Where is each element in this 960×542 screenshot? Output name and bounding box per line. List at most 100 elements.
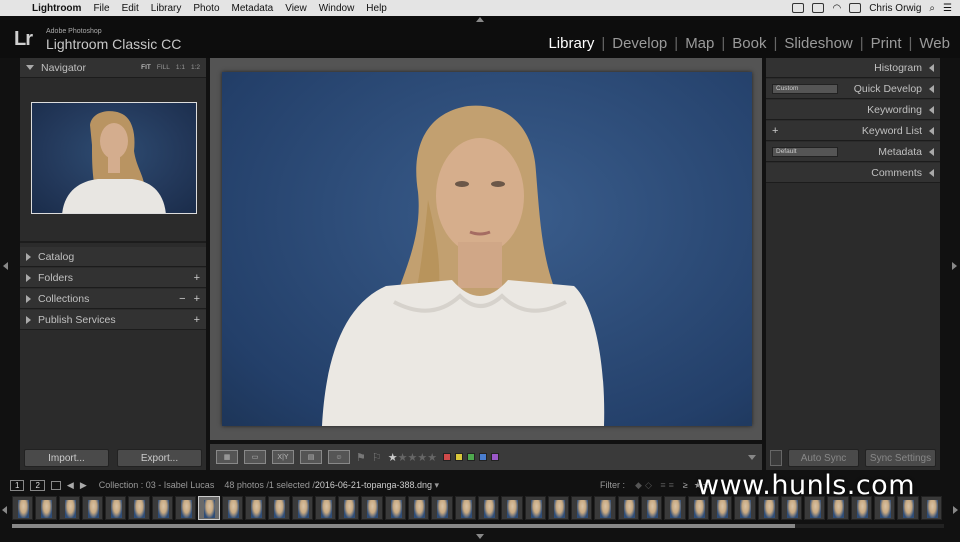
filmstrip-thumbnail[interactable] <box>384 496 407 520</box>
filmstrip-thumbnail[interactable] <box>291 496 313 520</box>
menu-photo[interactable]: Photo <box>187 3 225 14</box>
forward-arrow-icon[interactable]: ▶ <box>80 480 87 491</box>
zoom-1-1[interactable]: 1:1 <box>176 64 185 71</box>
folders-header[interactable]: Folders + <box>20 268 206 288</box>
color-label-blue[interactable] <box>479 453 488 461</box>
navigator-header[interactable]: Navigator FIT FILL 1:1 1:2 <box>20 58 206 78</box>
filmstrip-thumbnail[interactable] <box>105 496 127 520</box>
compare-view-icon[interactable]: X|Y <box>272 450 294 464</box>
menu-view[interactable]: View <box>279 3 313 14</box>
zoom-fill[interactable]: FILL <box>157 64 170 71</box>
keywording-header[interactable]: Keywording <box>766 100 940 120</box>
main-screen-button[interactable]: 1 <box>10 479 25 491</box>
collapse-filmstrip-icon[interactable] <box>476 534 484 539</box>
wifi-icon[interactable]: ◠ <box>832 3 841 14</box>
export-button[interactable]: Export... <box>117 449 202 467</box>
filter-flags-icon[interactable]: ◆◇ ≡≡ <box>635 480 677 491</box>
filmstrip-thumbnail[interactable] <box>338 496 360 520</box>
filmstrip-thumbnail[interactable] <box>734 496 756 520</box>
filmstrip-scrollbar[interactable] <box>12 524 944 528</box>
import-button[interactable]: Import... <box>24 449 109 467</box>
filmstrip-thumbnail[interactable] <box>408 496 430 520</box>
filmstrip-thumbnail[interactable] <box>780 496 803 520</box>
filmstrip-thumbnail[interactable] <box>477 496 500 520</box>
toolbar-options-chevron-down-icon[interactable] <box>748 454 756 460</box>
menu-library[interactable]: Library <box>145 3 188 14</box>
main-photo[interactable] <box>222 72 752 426</box>
airplay-icon[interactable] <box>812 3 825 13</box>
menu-file[interactable]: File <box>87 3 115 14</box>
filmstrip-thumbnail[interactable] <box>920 496 942 520</box>
flag-pick-icon[interactable]: ⚑ <box>356 451 366 464</box>
filmstrip-source-path[interactable]: Collection : 03 - Isabel Lucas 48 photos… <box>99 480 439 491</box>
collapse-right-panel-icon[interactable] <box>952 262 957 270</box>
filmstrip-thumbnail[interactable] <box>81 496 104 520</box>
auto-sync-switch[interactable] <box>770 450 782 466</box>
add-keyword-plus-icon[interactable]: + <box>772 125 778 137</box>
collections-header[interactable]: Collections − + <box>20 289 206 309</box>
grid-view-icon[interactable] <box>50 480 61 490</box>
filmstrip-thumbnail[interactable] <box>151 496 174 520</box>
quick-develop-preset-select[interactable]: Custom <box>772 83 838 94</box>
filmstrip-thumbnail[interactable] <box>897 496 919 520</box>
flag-reject-icon[interactable]: ⚐ <box>372 451 382 464</box>
back-arrow-icon[interactable]: ◀ <box>67 480 74 491</box>
filmstrip-thumbnail[interactable] <box>524 496 546 520</box>
sync-settings-button[interactable]: Sync Settings <box>865 449 936 467</box>
filmstrip-scroll-thumb[interactable] <box>12 524 795 528</box>
filmstrip-thumbnail[interactable] <box>710 496 733 520</box>
module-library[interactable]: Library <box>546 35 596 52</box>
zoom-fit[interactable]: FIT <box>141 64 151 71</box>
filmstrip-thumbnail[interactable] <box>244 496 267 520</box>
publish-services-header[interactable]: Publish Services + <box>20 310 206 330</box>
people-view-icon[interactable]: ☺ <box>328 450 350 464</box>
add-publish-service-plus-icon[interactable]: + <box>194 314 200 326</box>
module-book[interactable]: Book <box>730 35 768 52</box>
module-map[interactable]: Map <box>683 35 716 52</box>
filmstrip-thumbnail[interactable] <box>431 496 453 520</box>
color-label-green[interactable] <box>467 453 476 461</box>
filmstrip-thumbnail[interactable] <box>757 496 779 520</box>
module-web[interactable]: Web <box>917 35 952 52</box>
filmstrip-thumbnail[interactable] <box>850 496 872 520</box>
filmstrip-thumbnail[interactable] <box>12 496 34 520</box>
module-develop[interactable]: Develop <box>610 35 669 52</box>
collapse-top-panel-icon[interactable] <box>476 17 484 22</box>
filmstrip-thumbnail[interactable] <box>361 496 383 520</box>
color-label-yellow[interactable] <box>455 453 464 461</box>
collapse-left-panel-icon[interactable] <box>3 262 8 270</box>
filmstrip-thumbnail[interactable] <box>454 496 476 520</box>
metadata-header[interactable]: Default Metadata <box>766 142 940 162</box>
add-collection-plus-icon[interactable]: + <box>194 293 200 305</box>
grid-view-icon[interactable]: ▦ <box>216 450 238 464</box>
filmstrip-thumbnail[interactable] <box>268 496 290 520</box>
filmstrip-thumbnail[interactable] <box>547 496 570 520</box>
filmstrip-thumbnail[interactable] <box>571 496 593 520</box>
catalog-header[interactable]: Catalog <box>20 247 206 267</box>
user-name[interactable]: Chris Orwig <box>869 3 921 14</box>
metadata-preset-select[interactable]: Default <box>772 146 838 157</box>
histogram-header[interactable]: Histogram <box>766 58 940 78</box>
menu-metadata[interactable]: Metadata <box>226 3 280 14</box>
menu-help[interactable]: Help <box>360 3 393 14</box>
filmstrip-thumbnail[interactable] <box>827 496 849 520</box>
filmstrip-thumbnail[interactable] <box>873 496 896 520</box>
add-folder-plus-icon[interactable]: + <box>194 272 200 284</box>
spotlight-search-icon[interactable]: ⌕ <box>929 3 935 14</box>
filmstrip-thumbnail[interactable] <box>35 496 57 520</box>
menu-edit[interactable]: Edit <box>116 3 145 14</box>
color-label-red[interactable] <box>443 453 452 461</box>
zoom-1-2[interactable]: 1:2 <box>191 64 200 71</box>
module-slideshow[interactable]: Slideshow <box>782 35 854 52</box>
filmstrip-thumbnail[interactable] <box>664 496 686 520</box>
battery-icon[interactable] <box>849 3 862 13</box>
filmstrip-thumbnail[interactable] <box>198 496 220 520</box>
filmstrip[interactable] <box>12 496 944 522</box>
module-print[interactable]: Print <box>869 35 904 52</box>
survey-view-icon[interactable]: ▤ <box>300 450 322 464</box>
star-rating[interactable]: ★★★★★ <box>388 451 437 464</box>
filmstrip-thumbnail[interactable] <box>641 496 663 520</box>
navigator-thumbnail[interactable] <box>31 102 197 214</box>
filmstrip-thumbnail[interactable] <box>221 496 243 520</box>
remove-collection-minus-icon[interactable]: − <box>179 293 185 305</box>
